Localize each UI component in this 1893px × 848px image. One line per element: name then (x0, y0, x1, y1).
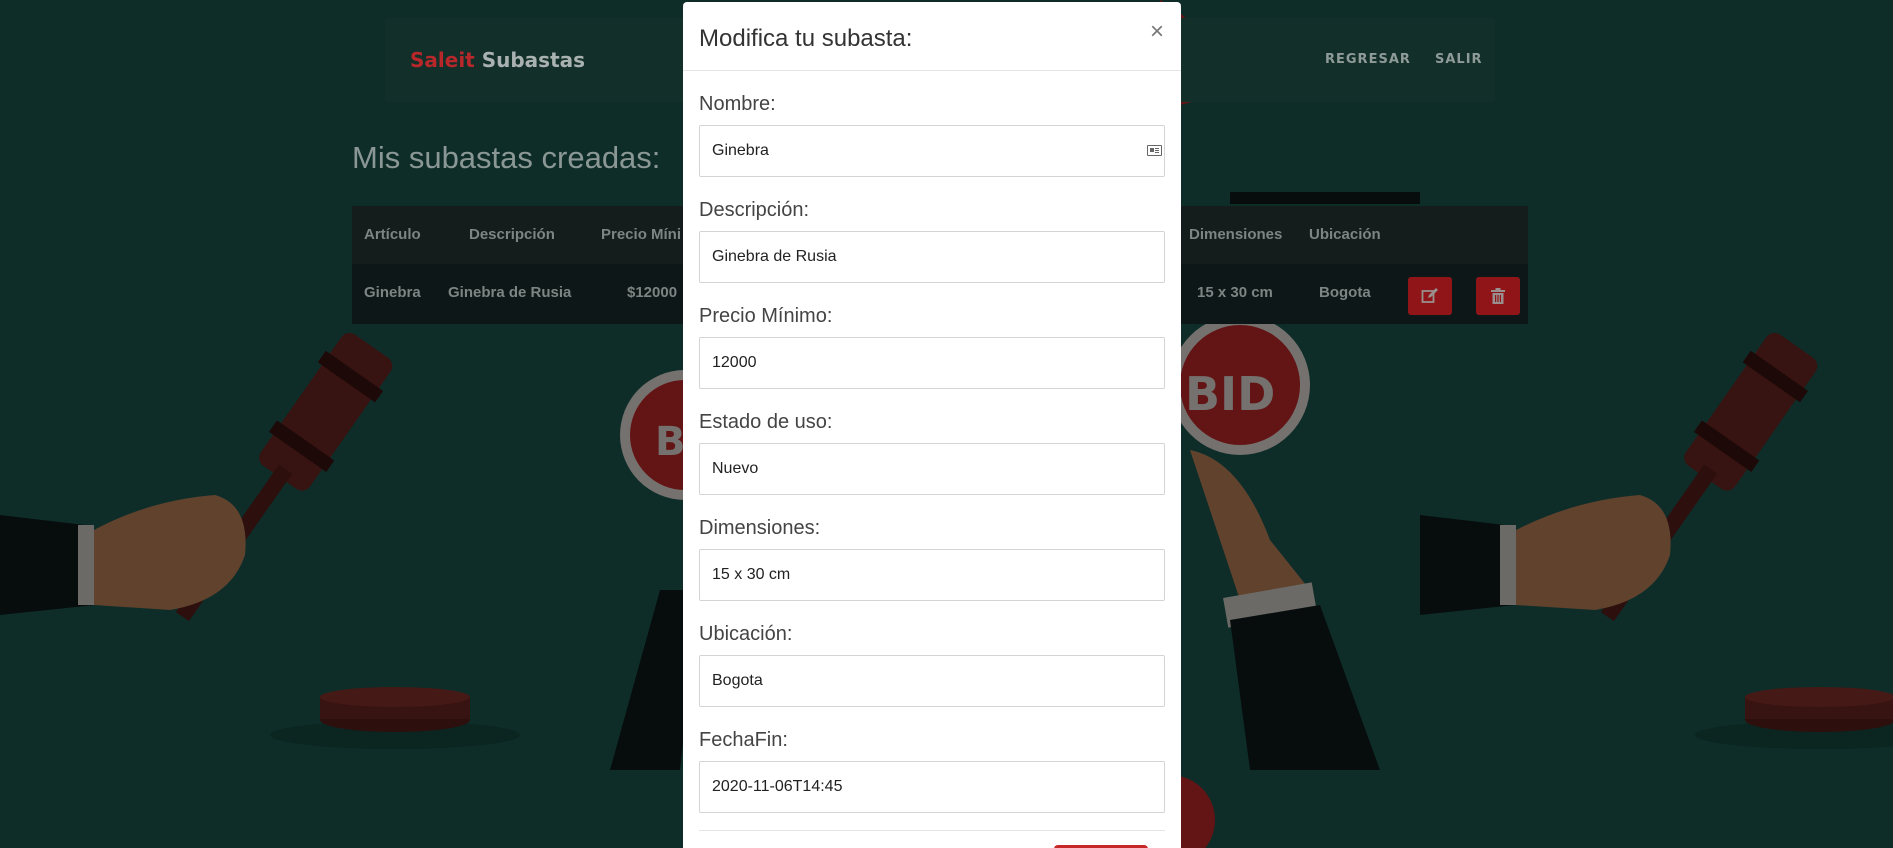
modal-header: Modifica tu subasta: × (683, 2, 1181, 71)
dimensiones-label: Dimensiones: (699, 517, 821, 539)
header-descripcion: Descripción (469, 226, 555, 243)
brand-subastas: Subastas (481, 48, 586, 72)
trash-icon (1491, 288, 1505, 304)
edit-icon (1421, 288, 1438, 303)
nombre-label: Nombre: (699, 93, 776, 115)
edit-button[interactable] (1408, 277, 1452, 315)
brand-logo[interactable]: Saleit Subastas (410, 48, 585, 72)
row-articulo: Ginebra (364, 284, 421, 301)
estado-input[interactable] (699, 443, 1165, 495)
estado-label: Estado de uso: (699, 411, 833, 433)
header-ubicacion: Ubicación (1309, 226, 1381, 243)
nav-salir-link[interactable]: SALIR (1435, 52, 1483, 67)
modal-footer-divider (699, 830, 1165, 831)
descripcion-input[interactable] (699, 231, 1165, 283)
header-dimensiones: Dimensiones (1189, 226, 1283, 243)
delete-button[interactable] (1476, 277, 1520, 315)
brand-saleit: Saleit (410, 48, 475, 72)
modal-title: Modifica tu subasta: (699, 25, 913, 52)
fechafin-label: FechaFin: (699, 729, 788, 751)
id-card-icon (1147, 145, 1162, 156)
row-precio: $12000 (627, 284, 678, 301)
descripcion-label: Descripción: (699, 199, 810, 221)
dimensiones-input[interactable] (699, 549, 1165, 601)
row-descripcion: Ginebra de Rusia (448, 284, 572, 301)
row-dimensiones: 15 x 30 cm (1197, 284, 1273, 301)
fechafin-input[interactable] (699, 761, 1165, 813)
precio-label: Precio Mínimo: (699, 305, 833, 327)
ubicacion-input[interactable] (699, 655, 1165, 707)
page-title: Mis subastas creadas: (352, 140, 661, 175)
edit-auction-modal: Modifica tu subasta: × Nombre: Descripci… (683, 2, 1181, 848)
close-icon[interactable]: × (1150, 20, 1164, 44)
header-precio: Precio Míni (601, 226, 682, 243)
nav-regresar-link[interactable]: REGRESAR (1325, 52, 1411, 67)
row-ubicacion: Bogota (1319, 284, 1371, 301)
precio-input[interactable] (699, 337, 1165, 389)
header-articulo: Artículo (364, 226, 421, 243)
ubicacion-label: Ubicación: (699, 623, 793, 645)
nombre-input[interactable] (699, 125, 1165, 177)
